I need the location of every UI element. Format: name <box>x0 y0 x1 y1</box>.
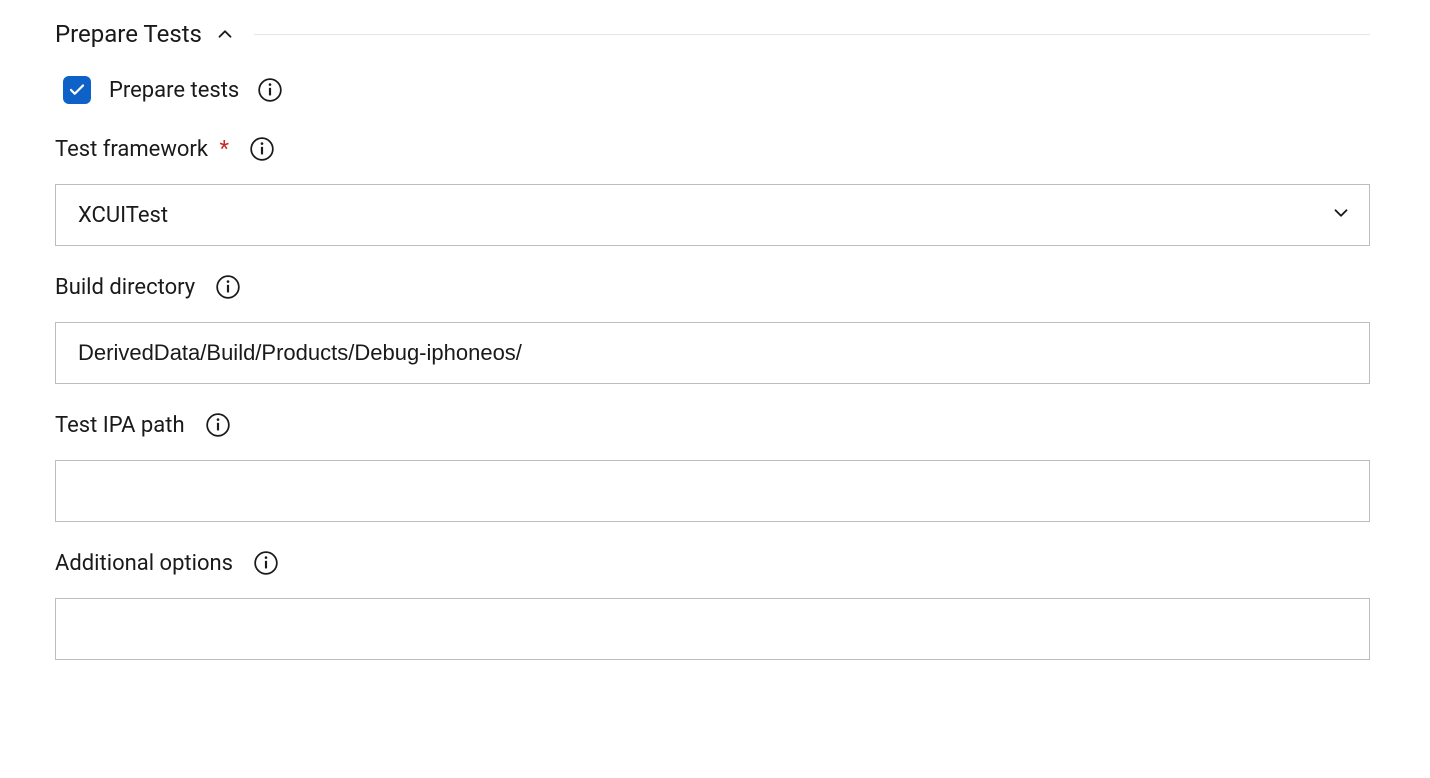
test-framework-select[interactable]: XCUITest <box>55 184 1370 246</box>
test-framework-label: Test framework * <box>55 137 229 162</box>
field-label-row: Additional options <box>55 550 1370 576</box>
required-asterisk: * <box>220 137 229 162</box>
section-title: Prepare Tests <box>55 20 202 48</box>
build-directory-input[interactable] <box>55 322 1370 384</box>
test-framework-select-wrapper: XCUITest <box>55 184 1370 246</box>
field-label-row: Test IPA path <box>55 412 1370 438</box>
info-icon[interactable] <box>253 550 279 576</box>
prepare-tests-row: Prepare tests <box>55 76 1370 104</box>
label-text: Test framework <box>55 137 208 162</box>
additional-options-field: Additional options <box>55 550 1370 660</box>
build-directory-label: Build directory <box>55 275 195 300</box>
info-icon[interactable] <box>215 274 241 300</box>
additional-options-label: Additional options <box>55 551 233 576</box>
test-ipa-path-input[interactable] <box>55 460 1370 522</box>
prepare-tests-section: Prepare Tests Prepare tests Test framewo <box>0 0 1430 708</box>
build-directory-field: Build directory <box>55 274 1370 384</box>
field-label-row: Build directory <box>55 274 1370 300</box>
test-framework-field: Test framework * XCUITest <box>55 136 1370 246</box>
test-ipa-path-field: Test IPA path <box>55 412 1370 522</box>
section-header[interactable]: Prepare Tests <box>55 20 1370 48</box>
chevron-up-icon <box>214 23 236 45</box>
prepare-tests-checkbox[interactable] <box>63 76 91 104</box>
info-icon[interactable] <box>205 412 231 438</box>
additional-options-input[interactable] <box>55 598 1370 660</box>
field-label-row: Test framework * <box>55 136 1370 162</box>
info-icon[interactable] <box>257 77 283 103</box>
prepare-tests-label: Prepare tests <box>109 78 239 103</box>
info-icon[interactable] <box>249 136 275 162</box>
header-divider <box>254 34 1370 35</box>
select-value: XCUITest <box>78 203 168 228</box>
test-ipa-path-label: Test IPA path <box>55 413 185 438</box>
